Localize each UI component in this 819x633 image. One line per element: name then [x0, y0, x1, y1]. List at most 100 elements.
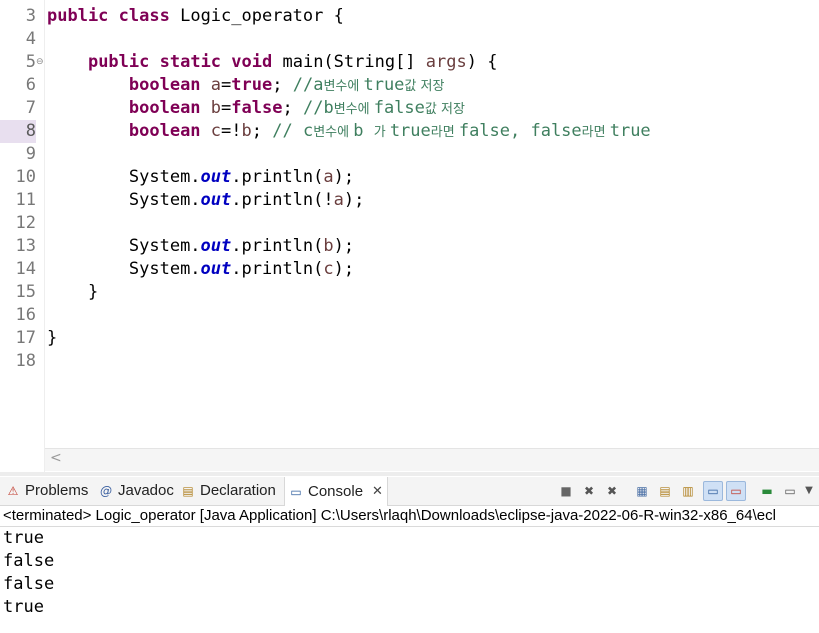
pin-console-icon[interactable]: ▬	[758, 482, 776, 500]
javadoc-icon: @	[100, 484, 112, 498]
show-on-stdout-icon[interactable]: ▭	[703, 481, 723, 501]
comment: 값 저장	[424, 102, 465, 117]
scroll-left-icon[interactable]: <	[50, 450, 62, 466]
code-text: System.	[128, 259, 201, 279]
line-number: 6	[25, 75, 36, 95]
tab-label: Declaration	[200, 482, 276, 499]
word-wrap-icon[interactable]: ▥	[679, 482, 697, 500]
console-output-line[interactable]: false	[3, 550, 54, 573]
line-number: 10	[15, 167, 36, 187]
remove-all-terminated-icon[interactable]: ✖	[603, 482, 621, 500]
line-number: 12	[15, 213, 36, 233]
local-variable: b	[241, 121, 252, 141]
line-number: 3	[25, 6, 36, 26]
bottom-view-tabbar: ⚠ Problems @ Javadoc ▤ Declaration ▭ Con…	[0, 477, 819, 506]
console-output-line[interactable]: false	[3, 573, 54, 596]
comment: true	[363, 75, 405, 95]
launch-status: <terminated> Logic_operator [Java Applic…	[3, 507, 776, 524]
line-number: 9	[25, 144, 36, 164]
keyword: boolean	[128, 121, 201, 141]
code-text: }	[87, 282, 99, 302]
static-field: out	[200, 190, 232, 210]
fold-collapse-icon[interactable]: ⊖	[36, 58, 44, 67]
local-variable: a	[323, 167, 334, 187]
show-on-stderr-icon[interactable]: ▭	[726, 481, 746, 501]
static-field: out	[200, 259, 232, 279]
comment: false, false	[458, 121, 582, 141]
line-number-gutter: 3 4 5 ⊖ 6 7 8 9 10 11 12 13 14 15 16 17 …	[0, 0, 44, 446]
local-variable: b	[323, 236, 334, 256]
terminate-icon[interactable]: ■	[557, 482, 575, 500]
chevron-down-icon[interactable]: ▼	[800, 482, 818, 500]
code-text: }	[47, 328, 58, 348]
code-line[interactable]: }	[47, 281, 98, 304]
code-text: ;	[251, 121, 263, 141]
code-line[interactable]: System.out.println(c);	[47, 258, 354, 281]
scroll-lock-icon[interactable]: ▤	[656, 482, 674, 500]
code-line[interactable]: }	[47, 327, 57, 350]
code-text: );	[333, 259, 355, 279]
comment: //b	[292, 98, 334, 118]
line-number: 5	[25, 52, 36, 72]
problems-icon: ⚠	[7, 484, 19, 498]
clear-console-icon[interactable]: ▦	[633, 482, 651, 500]
tab-problems[interactable]: ⚠ Problems	[2, 477, 92, 505]
line-number: 4	[25, 29, 36, 49]
line-number: 7	[25, 98, 36, 118]
comment: //a	[282, 75, 324, 95]
code-line[interactable]: boolean a=true; //a변수에 true값 저장	[47, 74, 445, 97]
code-text: =!	[221, 121, 242, 141]
comment: 라면	[581, 125, 610, 140]
tab-label: Problems	[25, 482, 89, 499]
code-text: );	[333, 236, 355, 256]
keyword: boolean	[128, 98, 201, 118]
code-text: System.	[128, 236, 201, 256]
code-text: main(String[]	[272, 52, 426, 72]
comment: 변수에	[333, 102, 374, 117]
parameter: args	[425, 52, 467, 72]
code-text: ;	[282, 98, 293, 118]
code-line[interactable]: boolean b=false; //b변수에 false값 저장	[47, 97, 465, 120]
comment: false	[373, 98, 425, 118]
code-text: .println(!	[231, 190, 334, 210]
code-editor[interactable]: 3 4 5 ⊖ 6 7 8 9 10 11 12 13 14 15 16 17 …	[0, 0, 819, 472]
local-variable: a	[333, 190, 344, 210]
comment: 변수에	[323, 79, 364, 94]
comment: true	[389, 121, 431, 141]
comment: true	[609, 121, 651, 141]
view-splitter[interactable]	[0, 472, 819, 476]
close-icon[interactable]: ✕	[372, 478, 383, 506]
tab-console[interactable]: ▭ Console ✕	[284, 477, 388, 506]
code-text: );	[333, 167, 355, 187]
static-field: out	[200, 167, 232, 187]
comment: 값 저장	[404, 79, 445, 94]
code-line[interactable]: public static void main(String[] args) {	[47, 51, 498, 74]
comment: 변수에	[313, 125, 354, 140]
local-variable: b	[210, 98, 222, 118]
static-field: out	[200, 236, 232, 256]
tab-javadoc[interactable]: @ Javadoc	[95, 477, 178, 505]
code-text: ) {	[466, 52, 498, 72]
code-line[interactable]: public class Logic_operator {	[47, 5, 344, 28]
console-output-line[interactable]: true	[3, 596, 44, 619]
code-line[interactable]: System.out.println(b);	[47, 235, 354, 258]
horizontal-scrollbar[interactable]: <	[45, 448, 819, 471]
console-output-line[interactable]: true	[3, 527, 44, 550]
code-line[interactable]: System.out.println(a);	[47, 166, 354, 189]
code-text: Logic_operator {	[169, 6, 344, 26]
code-text: );	[343, 190, 365, 210]
keyword: class	[118, 6, 170, 26]
gutter-divider	[44, 0, 45, 472]
code-line[interactable]: System.out.println(!a);	[47, 189, 364, 212]
remove-launch-icon[interactable]: ✖	[580, 482, 598, 500]
line-number: 14	[15, 259, 36, 279]
local-variable: c	[323, 259, 334, 279]
keyword: public	[87, 52, 150, 72]
keyword: void	[231, 52, 273, 72]
code-line-current[interactable]: boolean c=!b; // c변수에 b 가 true라면 false, …	[47, 120, 651, 143]
local-variable: a	[210, 75, 222, 95]
console-icon: ▭	[290, 484, 302, 499]
tab-declaration[interactable]: ▤ Declaration	[177, 477, 280, 505]
line-number: 15	[15, 282, 36, 302]
open-console-icon[interactable]: ▭	[781, 482, 799, 500]
